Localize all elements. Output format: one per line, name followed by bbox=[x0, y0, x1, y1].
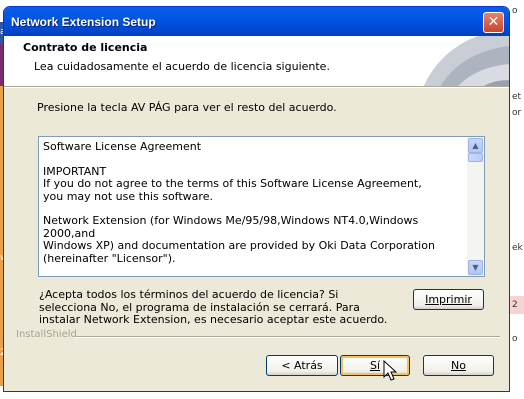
license-paragraph: IMPORTANT If you do not agree to the ter… bbox=[43, 164, 422, 203]
yes-button-label: Sí bbox=[369, 359, 381, 372]
footer-separator bbox=[75, 336, 500, 338]
accept-question-text: ¿Acepta todos los términos del acuerdo d… bbox=[39, 288, 388, 326]
no-button-label: No bbox=[451, 359, 466, 372]
background-label: ek bbox=[512, 243, 523, 253]
license-text: Software License Agreement IMPORTANT If … bbox=[43, 140, 463, 276]
setup-banner-graphic-icon bbox=[423, 36, 509, 86]
license-paragraph: Network Extension (for Windows Me/95/98,… bbox=[43, 214, 435, 265]
header-subtitle: Lea cuidadosamente el acuerdo de licenci… bbox=[34, 60, 330, 73]
print-button[interactable]: Imprimir bbox=[413, 289, 484, 310]
background-label: o bbox=[512, 6, 518, 16]
background-label: 2 bbox=[512, 300, 518, 310]
title-bar[interactable]: Network Extension Setup ✕ bbox=[4, 7, 509, 36]
license-text-box[interactable]: Software License Agreement IMPORTANT If … bbox=[38, 136, 485, 277]
license-paragraph: Software License Agreement bbox=[43, 140, 202, 153]
close-icon: ✕ bbox=[487, 14, 500, 30]
yes-button[interactable]: Sí bbox=[340, 355, 410, 376]
scroll-thumb[interactable] bbox=[468, 153, 483, 162]
scroll-down-button[interactable]: ▼ bbox=[468, 260, 483, 275]
dialog-header: Contrato de licencia Lea cuidadosamente … bbox=[4, 36, 509, 86]
desktop-background-right: o et or ek 2 o bbox=[510, 0, 524, 399]
instruction-text: Presione la tecla AV PÁG para ver el res… bbox=[37, 101, 337, 114]
setup-dialog: Network Extension Setup ✕ Contrato de li… bbox=[3, 6, 510, 392]
chevron-up-icon: ▲ bbox=[472, 141, 479, 150]
mouse-pointer-icon bbox=[383, 360, 397, 381]
vertical-scrollbar[interactable]: ▲ ▼ bbox=[467, 137, 484, 276]
window-title: Network Extension Setup bbox=[11, 15, 156, 29]
back-button[interactable]: < Atrás bbox=[266, 355, 338, 376]
print-button-label: Imprimir bbox=[425, 293, 472, 306]
background-label: et bbox=[512, 92, 522, 102]
header-separator bbox=[4, 86, 509, 88]
close-button[interactable]: ✕ bbox=[483, 12, 504, 33]
background-label: o bbox=[512, 334, 518, 344]
header-title: Contrato de licencia bbox=[23, 41, 148, 54]
scroll-up-button[interactable]: ▲ bbox=[468, 138, 483, 153]
background-label: or bbox=[512, 108, 522, 118]
installshield-label: InstallShield bbox=[16, 329, 77, 340]
chevron-down-icon: ▼ bbox=[472, 263, 479, 272]
back-button-label: < Atrás bbox=[281, 359, 323, 372]
no-button[interactable]: No bbox=[423, 355, 494, 376]
